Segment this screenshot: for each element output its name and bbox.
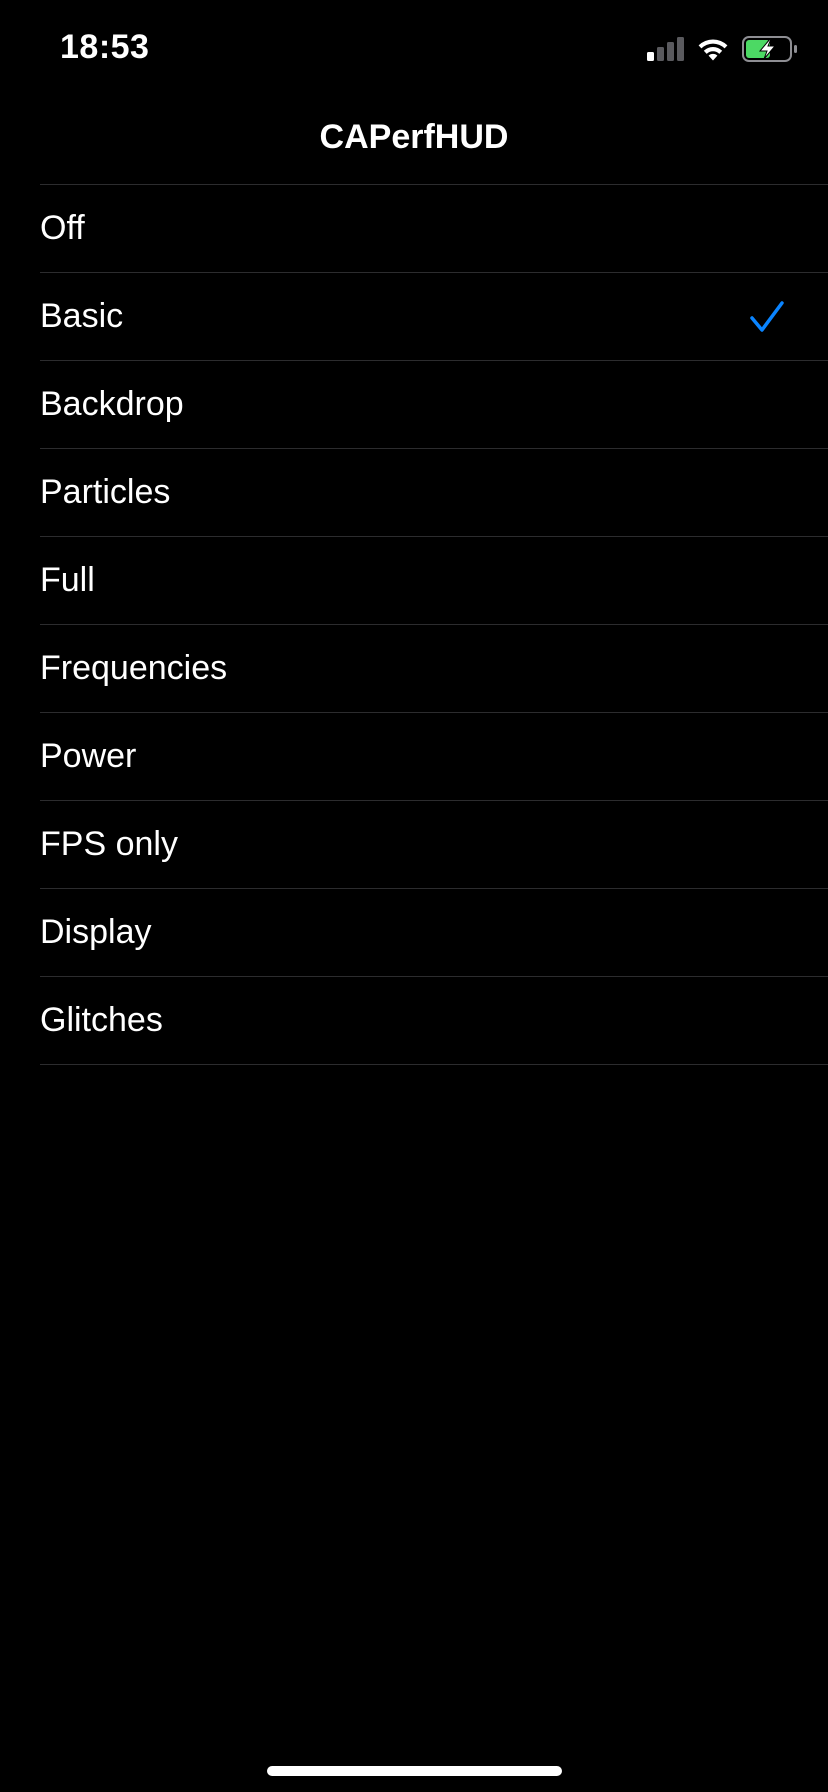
list-item-label: Basic bbox=[40, 297, 124, 335]
status-time: 18:53 bbox=[60, 28, 150, 66]
list-item-display[interactable]: Display bbox=[40, 889, 828, 977]
wifi-icon bbox=[698, 38, 728, 60]
hud-mode-list: Off Basic Backdrop Particles Full Freque… bbox=[40, 184, 828, 1065]
page-title: CAPerfHUD bbox=[319, 118, 509, 156]
battery-charging-icon bbox=[742, 36, 797, 62]
home-indicator[interactable] bbox=[267, 1766, 562, 1776]
list-item-label: Off bbox=[40, 209, 85, 247]
cellular-signal-icon bbox=[647, 37, 684, 61]
list-item-label: Display bbox=[40, 913, 152, 951]
list-item-full[interactable]: Full bbox=[40, 537, 828, 625]
list-item-label: Frequencies bbox=[40, 649, 228, 687]
list-item-label: FPS only bbox=[40, 825, 178, 863]
list-item-off[interactable]: Off bbox=[40, 185, 828, 273]
list-item-frequencies[interactable]: Frequencies bbox=[40, 625, 828, 713]
status-bar: 18:53 bbox=[0, 0, 828, 100]
list-item-label: Power bbox=[40, 737, 137, 775]
list-item-glitches[interactable]: Glitches bbox=[40, 977, 828, 1065]
status-indicators bbox=[646, 36, 798, 62]
list-item-label: Glitches bbox=[40, 1001, 163, 1039]
list-item-particles[interactable]: Particles bbox=[40, 449, 828, 537]
list-item-label: Particles bbox=[40, 473, 171, 511]
list-item-label: Backdrop bbox=[40, 385, 184, 423]
list-item-fps-only[interactable]: FPS only bbox=[40, 801, 828, 889]
list-item-basic[interactable]: Basic bbox=[40, 273, 828, 361]
list-item-power[interactable]: Power bbox=[40, 713, 828, 801]
list-item-backdrop[interactable]: Backdrop bbox=[40, 361, 828, 449]
checkmark-icon bbox=[750, 300, 784, 332]
list-item-label: Full bbox=[40, 561, 95, 599]
